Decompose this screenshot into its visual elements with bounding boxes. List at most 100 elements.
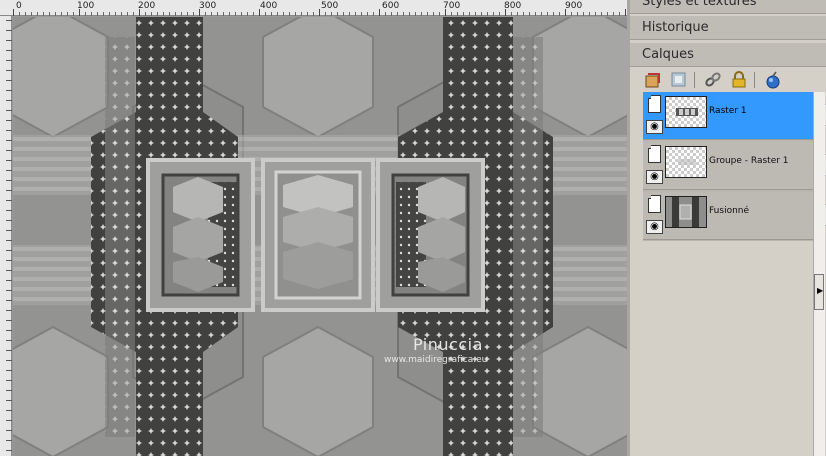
artwork-image: Pinuccia www.maidiregrafica.eu: [13, 17, 627, 456]
ruler-tick: [391, 12, 392, 16]
ruler-tick: [559, 12, 560, 16]
eye-icon[interactable]: ◉: [646, 120, 663, 134]
ruler-tick: [283, 12, 284, 16]
link-icon[interactable]: [704, 71, 722, 89]
mask-icon[interactable]: [670, 71, 688, 89]
ruler-tick: [157, 12, 158, 16]
ruler-tick: [523, 12, 524, 16]
ruler-tick: [511, 12, 512, 16]
eye-icon[interactable]: ◉: [646, 170, 663, 184]
ruler-tick: [6, 270, 12, 271]
ruler-tick: [241, 12, 242, 16]
layer-page-icon: [648, 145, 661, 163]
ruler-tick: [409, 12, 410, 16]
new-layer-icon[interactable]: [644, 71, 662, 89]
ruler-label: 600: [382, 1, 400, 11]
ruler-tick: [6, 200, 12, 201]
ruler-tick: [6, 430, 12, 431]
ruler-tick: [6, 20, 12, 21]
ruler-tick: [187, 12, 188, 16]
ruler-tick: [547, 12, 548, 16]
watermark-url: www.maidiregrafica.eu: [384, 355, 488, 365]
styles-palette-title[interactable]: Styles et textures: [630, 0, 826, 14]
ruler-tick: [421, 12, 422, 16]
image-canvas-area[interactable]: 0 100 200 300 400 500 600 700 800 900 Pi…: [0, 0, 627, 456]
ruler-tick: [73, 12, 74, 16]
layer-row-groupe-raster-1[interactable]: ◉ Groupe - Raster 1: [643, 142, 826, 190]
ruler-tick: [6, 370, 12, 371]
layer-page-icon: [648, 95, 661, 113]
layer-name: Groupe - Raster 1: [709, 156, 789, 166]
ruler-tick: [151, 12, 152, 16]
ruler-tick: [307, 12, 308, 16]
ruler-tick: [6, 350, 12, 351]
ruler-tick: [331, 12, 332, 16]
ruler-tick: [229, 12, 230, 16]
ruler-tick: [43, 12, 44, 16]
ruler-tick: [6, 410, 12, 411]
ruler-tick: [169, 12, 170, 16]
scroll-thumb[interactable]: ▶: [814, 274, 824, 310]
expand-arrow-icon[interactable]: ▶: [817, 286, 823, 295]
lock-icon[interactable]: [730, 71, 748, 89]
ruler-tick: [589, 12, 590, 16]
ruler-tick: [505, 9, 506, 16]
ruler-tick: [475, 12, 476, 16]
ruler-tick: [145, 12, 146, 16]
ruler-tick: [433, 12, 434, 16]
layer-row-raster-1[interactable]: ◉ Raster 1: [643, 92, 826, 140]
ruler-tick: [25, 12, 26, 16]
ruler-tick: [49, 12, 50, 16]
ruler-tick: [67, 12, 68, 16]
ruler-tick: [487, 12, 488, 16]
watermark-name: Pinuccia: [413, 335, 483, 354]
ruler-tick: [6, 160, 12, 161]
calques-palette-title[interactable]: Calques: [630, 43, 826, 67]
ruler-tick: [37, 12, 38, 16]
historique-palette-title[interactable]: Historique: [630, 16, 826, 40]
ruler-tick: [6, 360, 12, 361]
ruler-tick: [6, 340, 12, 341]
ruler-tick: [6, 150, 12, 151]
ruler-tick: [529, 12, 530, 16]
ruler-tick: [193, 12, 194, 16]
ruler-tick: [439, 12, 440, 16]
ruler-tick: [6, 80, 12, 81]
ruler-tick: [6, 170, 12, 171]
ruler-tick: [367, 12, 368, 16]
ruler-tick: [6, 420, 12, 421]
ruler-tick: [553, 12, 554, 16]
ruler-tick: [493, 12, 494, 16]
ruler-tick: [619, 12, 620, 16]
blend-mode-icon[interactable]: [764, 71, 782, 89]
ruler-tick: [289, 12, 290, 16]
ruler-tick: [541, 12, 542, 16]
ruler-tick: [517, 12, 518, 16]
ruler-tick: [583, 12, 584, 16]
ruler-tick: [217, 12, 218, 16]
ruler-tick: [6, 380, 12, 381]
ruler-tick: [223, 12, 224, 16]
ruler-tick: [19, 12, 20, 16]
ruler-tick: [397, 12, 398, 16]
ruler-tick: [301, 12, 302, 16]
layer-name: Fusionné: [709, 206, 750, 216]
layer-thumbnail: [665, 146, 707, 178]
ruler-tick: [6, 60, 12, 61]
ruler-tick: [6, 140, 12, 141]
ruler-tick: [85, 12, 86, 16]
layer-name: Raster 1: [709, 106, 747, 116]
layer-row-fusionne[interactable]: ◉ Fusionné: [643, 192, 826, 240]
ruler-tick: [205, 12, 206, 16]
ruler-tick: [6, 70, 12, 71]
ruler-tick: [6, 50, 12, 51]
ruler-tick: [277, 12, 278, 16]
eye-icon[interactable]: ◉: [646, 220, 663, 234]
toolbar-separator: [754, 72, 755, 88]
layers-scrollbar[interactable]: ▶: [813, 92, 825, 456]
ruler-tick: [337, 12, 338, 16]
ruler-tick: [235, 12, 236, 16]
ruler-tick: [265, 12, 266, 16]
ruler-tick: [499, 12, 500, 16]
ruler-tick: [127, 12, 128, 16]
